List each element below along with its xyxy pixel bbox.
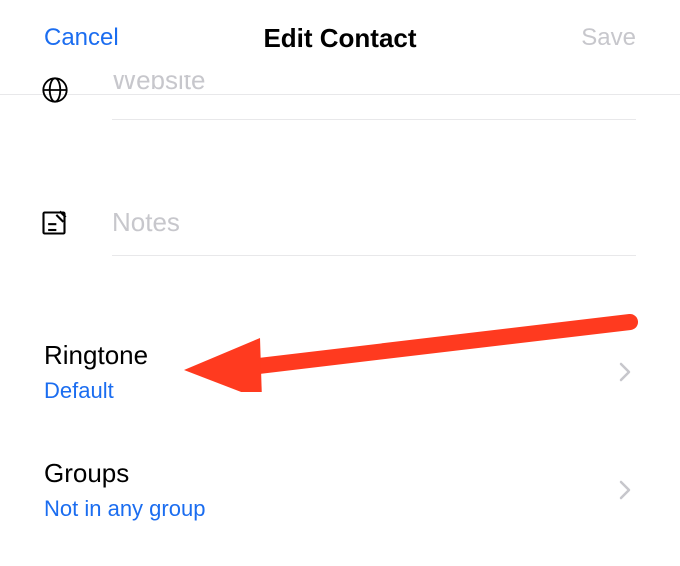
website-placeholder: Website xyxy=(112,75,205,96)
note-icon xyxy=(40,209,70,239)
ringtone-row[interactable]: Ringtone Default xyxy=(0,330,680,420)
chevron-right-icon xyxy=(618,360,632,384)
ringtone-label: Ringtone xyxy=(44,340,148,371)
notes-placeholder: Notes xyxy=(112,207,180,238)
ringtone-value: Default xyxy=(44,378,114,404)
save-button[interactable]: Save xyxy=(581,24,636,52)
notes-field-row[interactable]: Notes xyxy=(0,195,680,275)
groups-row[interactable]: Groups Not in any group xyxy=(0,448,680,538)
edit-contact-screen: Cancel Edit Contact Save Website Not xyxy=(0,0,680,566)
chevron-right-icon xyxy=(618,478,632,502)
page-title: Edit Contact xyxy=(263,23,416,54)
globe-icon xyxy=(40,75,70,105)
cancel-button[interactable]: Cancel xyxy=(44,24,119,52)
website-field-row[interactable]: Website xyxy=(0,75,680,125)
groups-value: Not in any group xyxy=(44,496,205,522)
divider xyxy=(112,119,636,120)
header-bar: Cancel Edit Contact Save xyxy=(0,0,680,76)
groups-label: Groups xyxy=(44,458,129,489)
divider xyxy=(112,255,636,256)
